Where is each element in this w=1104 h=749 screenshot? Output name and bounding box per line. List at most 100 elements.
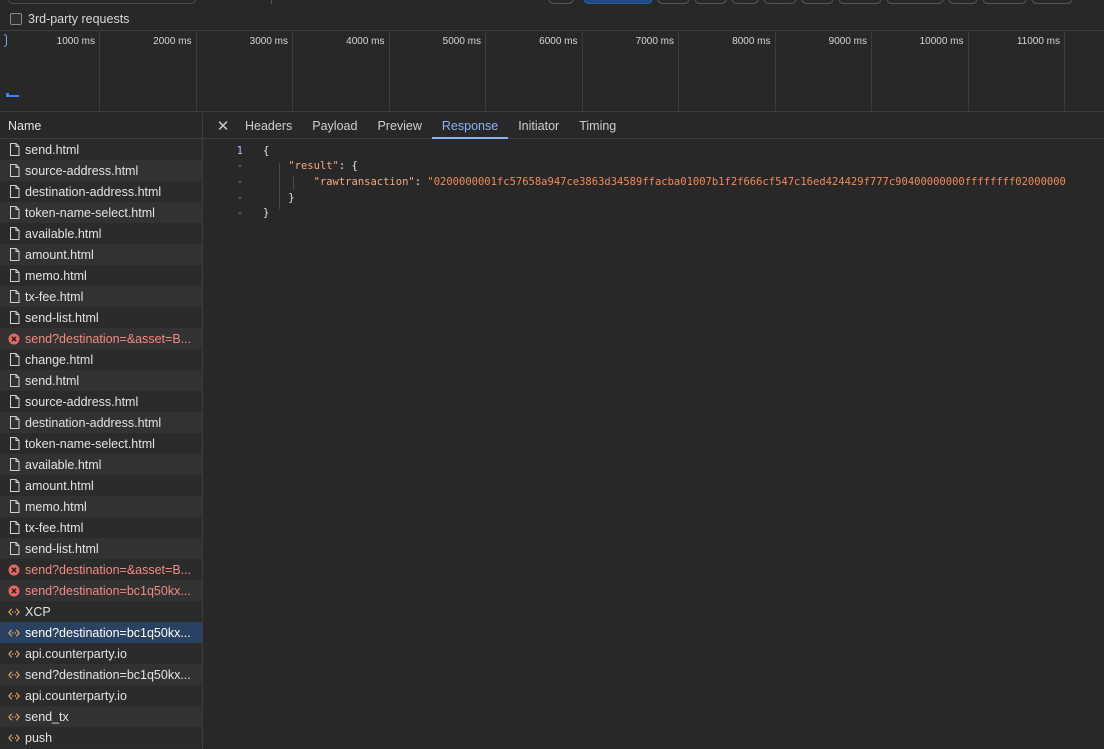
- request-row[interactable]: push: [0, 727, 202, 748]
- tab-initiator[interactable]: Initiator: [508, 113, 569, 138]
- json-punctuation: :: [414, 175, 428, 188]
- request-row[interactable]: api.counterparty.io: [0, 643, 202, 664]
- request-name: api.counterparty.io: [25, 646, 127, 661]
- request-name: destination-address.html: [25, 184, 162, 199]
- request-name: send?destination=&asset=B...: [25, 562, 192, 577]
- filter-chip[interactable]: [1031, 0, 1073, 4]
- filter-chip[interactable]: [731, 0, 759, 4]
- timeline-tick-label: 4000 ms: [346, 36, 385, 47]
- error-icon: [8, 563, 20, 576]
- request-name: send-list.html: [25, 310, 99, 325]
- third-party-requests-toggle[interactable]: 3rd-party requests: [10, 12, 129, 26]
- request-row[interactable]: amount.html: [0, 244, 202, 265]
- request-name: destination-address.html: [25, 415, 162, 430]
- request-row[interactable]: send_tx: [0, 706, 202, 727]
- tab-payload[interactable]: Payload: [302, 113, 367, 138]
- request-row[interactable]: memo.html: [0, 496, 202, 517]
- filter-chip[interactable]: [982, 0, 1027, 4]
- request-row[interactable]: send?destination=&asset=B...: [0, 328, 202, 349]
- filter-chip[interactable]: [838, 0, 882, 4]
- request-row[interactable]: amount.html: [0, 475, 202, 496]
- document-icon: [8, 437, 20, 450]
- third-party-checkbox[interactable]: [10, 13, 22, 25]
- filter-chip[interactable]: [657, 0, 690, 4]
- request-row[interactable]: send-list.html: [0, 307, 202, 328]
- request-name: source-address.html: [25, 163, 139, 178]
- overview-request-bar: [6, 95, 19, 97]
- request-row[interactable]: available.html: [0, 454, 202, 475]
- request-name: push: [25, 730, 53, 745]
- document-icon: [8, 416, 20, 429]
- timeline-gridline: [678, 32, 679, 112]
- request-name: change.html: [25, 352, 94, 367]
- request-row[interactable]: source-address.html: [0, 391, 202, 412]
- request-row[interactable]: send.html: [0, 370, 202, 391]
- request-row[interactable]: send?destination=bc1q50kx...: [0, 622, 202, 643]
- filter-chip[interactable]: [763, 0, 797, 4]
- request-row[interactable]: api.counterparty.io: [0, 685, 202, 706]
- overview-window-handle[interactable]: [4, 34, 7, 47]
- tab-timing[interactable]: Timing: [569, 113, 626, 138]
- request-row[interactable]: memo.html: [0, 265, 202, 286]
- document-icon: [8, 500, 20, 513]
- name-column-header[interactable]: Name: [0, 113, 202, 139]
- json-punctuation: }: [288, 191, 295, 204]
- filter-chip[interactable]: [801, 0, 834, 4]
- timeline-gridline: [1064, 32, 1065, 112]
- document-icon: [8, 290, 20, 303]
- request-name: send?destination=bc1q50kx...: [25, 625, 191, 640]
- fold-marker[interactable]: -: [203, 176, 243, 188]
- request-name: api.counterparty.io: [25, 688, 127, 703]
- filter-chip[interactable]: [948, 0, 978, 4]
- request-row[interactable]: token-name-select.html: [0, 202, 202, 223]
- request-row[interactable]: send?destination=&asset=B...: [0, 559, 202, 580]
- request-name: token-name-select.html: [25, 205, 155, 220]
- json-punctuation: {: [263, 144, 270, 157]
- fetch-xhr-icon: [8, 689, 20, 702]
- request-row[interactable]: change.html: [0, 349, 202, 370]
- timeline-tick-label: 5000 ms: [442, 36, 481, 47]
- fold-marker[interactable]: -: [203, 192, 243, 204]
- document-icon: [8, 521, 20, 534]
- request-name: source-address.html: [25, 394, 139, 409]
- request-row[interactable]: source-address.html: [0, 160, 202, 181]
- request-row[interactable]: available.html: [0, 223, 202, 244]
- code-line: - }: [203, 190, 1104, 206]
- request-row[interactable]: XCP: [0, 601, 202, 622]
- request-row[interactable]: destination-address.html: [0, 412, 202, 433]
- code-text: "result": {: [243, 160, 358, 172]
- document-icon: [8, 458, 20, 471]
- tab-preview[interactable]: Preview: [367, 113, 431, 138]
- request-name: token-name-select.html: [25, 436, 155, 451]
- timeline-gridline: [871, 32, 872, 112]
- fold-marker[interactable]: -: [203, 160, 243, 172]
- filter-chip-active[interactable]: [583, 0, 653, 4]
- code-line: 1{: [203, 143, 1104, 159]
- response-viewer: 1{- "result": {- "rawtransaction": "0200…: [203, 139, 1104, 221]
- tab-headers[interactable]: Headers: [235, 113, 302, 138]
- close-icon[interactable]: ✕: [211, 113, 235, 138]
- request-row[interactable]: tx-fee.html: [0, 286, 202, 307]
- request-row[interactable]: send.html: [0, 139, 202, 160]
- filter-chip[interactable]: [694, 0, 727, 4]
- request-row[interactable]: tx-fee.html: [0, 517, 202, 538]
- code-line: - "result": {: [203, 159, 1104, 175]
- request-row[interactable]: send?destination=bc1q50kx...: [0, 664, 202, 685]
- request-row[interactable]: send?destination=bc1q50kx...: [0, 580, 202, 601]
- request-row[interactable]: send-list.html: [0, 538, 202, 559]
- request-row[interactable]: destination-address.html: [0, 181, 202, 202]
- request-name: available.html: [25, 226, 102, 241]
- tab-response[interactable]: Response: [431, 113, 509, 139]
- filter-bar: 3rd-party requests: [0, 0, 1104, 31]
- line-number: 1: [236, 144, 243, 157]
- timeline-gridline: [967, 32, 969, 112]
- fold-marker[interactable]: -: [203, 207, 243, 219]
- timeline-overview[interactable]: 1000 ms 2000 ms 3000 ms 4000 ms 5000 ms 6000 …: [0, 32, 1104, 112]
- filter-chip[interactable]: [548, 0, 574, 4]
- filter-chip[interactable]: [886, 0, 944, 4]
- third-party-label: 3rd-party requests: [28, 12, 130, 26]
- filter-input[interactable]: [8, 0, 196, 4]
- document-icon: [8, 542, 20, 555]
- request-row[interactable]: token-name-select.html: [0, 433, 202, 454]
- timeline-tick-label: 10000 ms: [919, 36, 964, 47]
